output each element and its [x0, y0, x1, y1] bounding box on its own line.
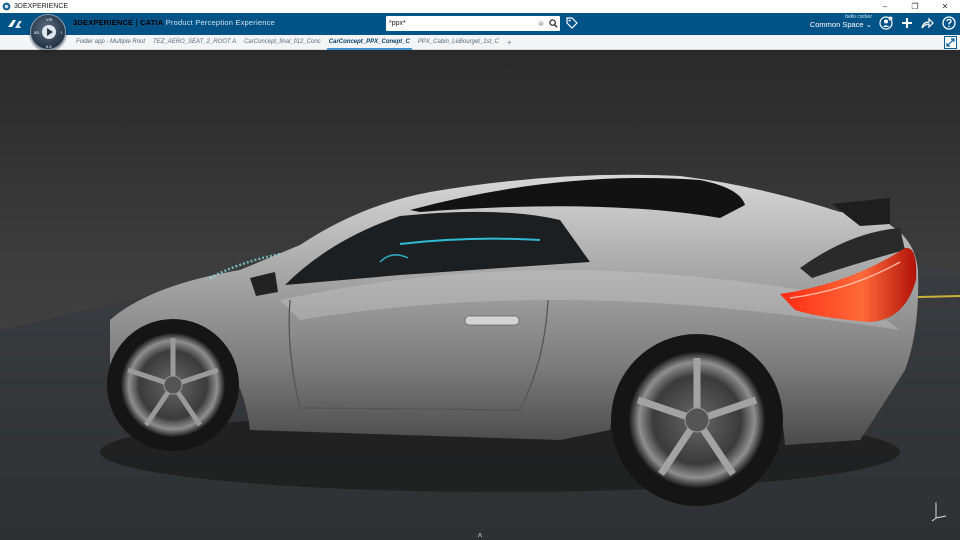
search-icon[interactable]	[546, 16, 560, 31]
car-render[interactable]	[0, 50, 960, 540]
window-title: 3DEXPERIENCE	[14, 3, 69, 10]
tab-label: Folder app - Multiple Root	[76, 38, 146, 45]
tab-label: CarConcept_final_fi12_Conc	[244, 38, 321, 45]
brand-role: Product Perception Experience	[163, 18, 275, 27]
brand-platform: 3DEXPERIENCE	[73, 18, 134, 27]
tab-carconcept-ppx[interactable]: CarConcept_PPX_Conept_C	[325, 35, 414, 50]
compass-east-label[interactable]: i	[61, 30, 62, 35]
os-title-bar: 3DEXPERIENCE – ❐ ✕	[0, 0, 960, 13]
3ds-logo-icon[interactable]	[4, 13, 26, 35]
tab-ppx-cabin[interactable]: PPX_Cabin_LeBourget_1st_C	[414, 35, 503, 50]
close-button[interactable]: ✕	[930, 0, 960, 13]
front-hub	[163, 375, 183, 395]
brand-app: CATIA	[140, 18, 164, 27]
tag-icon[interactable]	[566, 17, 578, 29]
tab-folder-app[interactable]: Folder app - Multiple Root	[72, 35, 149, 50]
tab-label: PPX_Cabin_LeBourget_1st_C	[417, 38, 499, 45]
tab-carconcept-final[interactable]: CarConcept_final_fi12_Conc	[240, 35, 325, 50]
user-menu[interactable]: hello cocker Common Space ⌄	[810, 14, 872, 29]
chevron-down-icon[interactable]: ⌄	[866, 20, 872, 29]
compass-west-label[interactable]: 3D	[34, 30, 39, 35]
collab-space-label[interactable]: Common Space	[810, 20, 864, 29]
panel-expand-arrow-icon[interactable]: ˄	[474, 531, 486, 540]
door-handle	[464, 315, 520, 326]
compass-play-icon[interactable]	[42, 25, 56, 39]
tab-bar: Folder app - Multiple Root TEZ_AERO_SEAT…	[0, 35, 960, 50]
rear-hub	[684, 407, 710, 433]
add-icon[interactable]	[899, 15, 914, 30]
clear-search-icon[interactable]: ⊗	[536, 20, 546, 28]
search-bar[interactable]: ⊗	[386, 16, 560, 31]
axis-triad-icon[interactable]: z	[930, 500, 948, 522]
svg-text:z: z	[935, 500, 937, 505]
compass-south-label[interactable]: 6.0	[46, 44, 52, 49]
app-brand-title: 3DEXPERIENCE | CATIA Product Perception …	[73, 18, 275, 27]
3d-viewport[interactable]: ˄ z	[0, 50, 960, 540]
minimize-button[interactable]: –	[870, 0, 900, 13]
search-input[interactable]	[389, 20, 536, 27]
tab-label: CarConcept_PPX_Conept_C	[328, 38, 410, 45]
fullscreen-toggle-icon[interactable]	[944, 36, 957, 49]
profile-icon[interactable]	[878, 15, 893, 30]
tab-label: TEZ_AERO_SEAT_2_ROOT A	[153, 38, 237, 45]
maximize-button[interactable]: ❐	[900, 0, 930, 13]
share-icon[interactable]	[920, 15, 935, 30]
app-logo-icon	[2, 2, 11, 11]
compass-north-label[interactable]: V.R	[46, 17, 52, 22]
tab-tez-aero-seat[interactable]: TEZ_AERO_SEAT_2_ROOT A	[149, 35, 240, 50]
help-icon[interactable]	[941, 15, 956, 30]
top-actions	[878, 15, 956, 30]
add-tab-button[interactable]: +	[503, 38, 516, 47]
compass-widget[interactable]: V.R 3D i 6.0	[30, 14, 66, 50]
